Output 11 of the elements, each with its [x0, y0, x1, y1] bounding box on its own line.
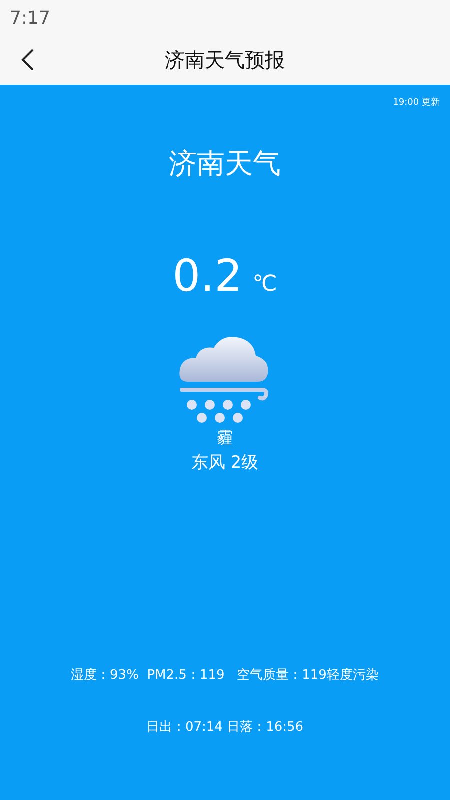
air-stats: 湿度：93% PM2.5：119 空气质量：119轻度污染 [71, 667, 379, 684]
city-name: 济南天气 [169, 146, 281, 182]
page-title: 济南天气预报 [165, 47, 285, 74]
weather-condition: 霾 [217, 428, 233, 449]
temperature-unit: ℃ [252, 272, 278, 297]
update-time: 19:00 更新 [393, 96, 440, 109]
sun-times: 日出：07:14 日落：16:56 [146, 719, 304, 736]
status-time: 7:17 [10, 8, 50, 28]
wind-info: 东风 2级 [191, 452, 259, 474]
back-icon [21, 48, 35, 72]
temperature: 0.2 [172, 251, 243, 302]
